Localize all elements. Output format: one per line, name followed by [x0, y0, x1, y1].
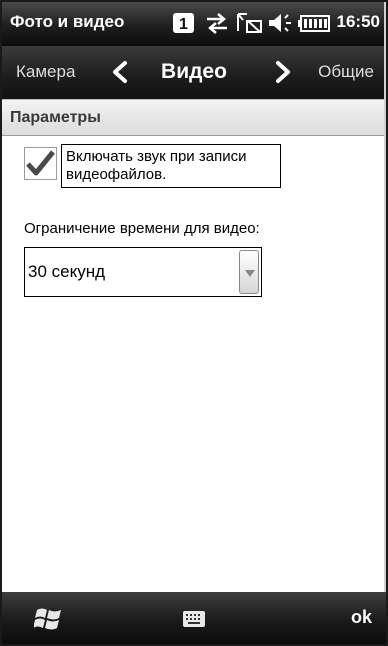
record-sound-label[interactable]: Включать звук при записи видеофайлов. — [61, 144, 281, 188]
keyboard-icon[interactable] — [182, 610, 206, 633]
record-sound-checkbox[interactable] — [24, 147, 57, 180]
time-limit-value: 30 секунд — [28, 262, 106, 281]
clock-time[interactable]: 16:50 — [337, 12, 380, 32]
phone-screen: Фото и видео 1 16:50 Камера Видео Общие … — [0, 0, 388, 646]
checkmark-icon — [26, 150, 55, 176]
status-bar: Фото и видео 1 16:50 — [2, 2, 386, 46]
battery-icon[interactable] — [297, 11, 331, 35]
signal-off-icon[interactable] — [235, 11, 263, 35]
speaker-icon[interactable] — [267, 11, 293, 35]
time-limit-dropdown[interactable]: 30 секунд — [24, 247, 262, 297]
chevron-down-icon — [245, 270, 255, 277]
start-windows-icon[interactable] — [33, 605, 64, 638]
time-limit-label: Ограничение времени для видео: — [24, 220, 260, 237]
section-title: Параметры — [10, 109, 101, 126]
chevron-right-icon[interactable] — [272, 60, 294, 89]
data-connection-icon[interactable] — [203, 11, 231, 35]
tab-navigation: Камера Видео Общие — [2, 46, 386, 99]
dropdown-button[interactable] — [239, 250, 259, 294]
tab-general[interactable]: Общие — [318, 62, 374, 82]
notification-count: 1 — [179, 16, 188, 33]
scrollbar-edge — [384, 2, 386, 644]
status-title[interactable]: Фото и видео — [10, 12, 124, 32]
notification-badge-icon[interactable]: 1 — [172, 11, 196, 35]
bottom-bar: ok — [2, 592, 386, 644]
ok-button[interactable]: ok — [351, 607, 372, 628]
section-header: Параметры — [2, 99, 386, 136]
